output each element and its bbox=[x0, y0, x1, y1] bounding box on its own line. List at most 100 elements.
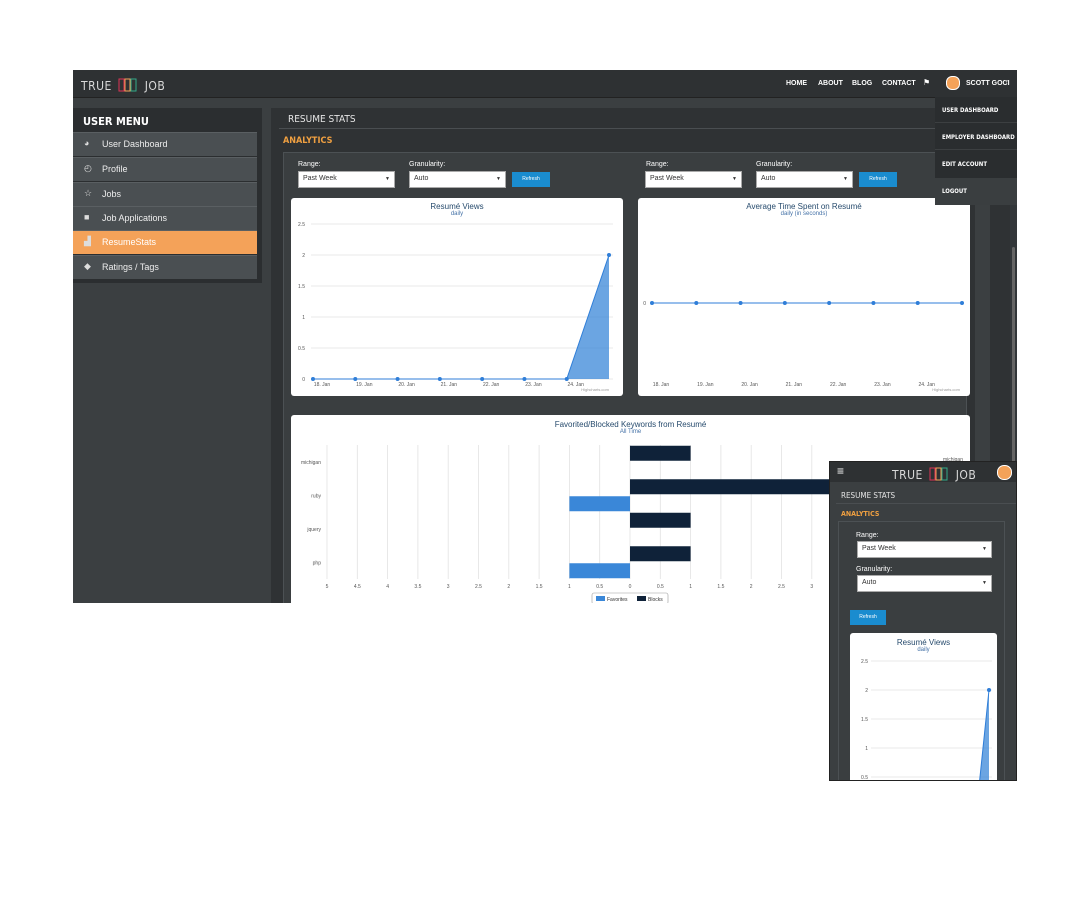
navbar: TRUE JOB HOME ABOUT BLOG CONTACT ⚑ SCOTT… bbox=[73, 70, 1017, 98]
divider bbox=[935, 149, 1017, 150]
brand-logo[interactable]: TRUE JOB bbox=[892, 466, 976, 486]
nav-home[interactable]: HOME bbox=[786, 80, 807, 87]
granularity-select[interactable]: Auto ▼ bbox=[756, 171, 853, 188]
y-tick-label: 2.5 bbox=[298, 222, 305, 228]
granularity-select[interactable]: Auto ▼ bbox=[409, 171, 506, 188]
user-dropdown-menu: USER DASHBOARD EMPLOYER DASHBOARD EDIT A… bbox=[935, 97, 1017, 205]
x-tick-label: 3 bbox=[810, 584, 813, 590]
avatar[interactable] bbox=[946, 76, 960, 90]
tags-icon: ◆ bbox=[84, 261, 91, 271]
caret-down-icon: ▼ bbox=[385, 176, 390, 182]
category-label: jquery bbox=[306, 527, 321, 533]
y-tick-label: 1.5 bbox=[298, 284, 305, 290]
nav-contact[interactable]: CONTACT bbox=[882, 80, 916, 87]
sidebar-item-profile[interactable]: ◴ Profile bbox=[73, 157, 257, 182]
sidebar-item-ratings-tags[interactable]: ◆ Ratings / Tags bbox=[73, 255, 257, 280]
data-point bbox=[311, 377, 315, 381]
sidebar-item-resumestats[interactable]: ▟ ResumeStats bbox=[73, 230, 257, 255]
menu-edit-account[interactable]: EDIT ACCOUNT bbox=[942, 161, 987, 168]
x-tick-label: 0.5 bbox=[657, 584, 664, 590]
data-point bbox=[694, 301, 699, 305]
credits-label: Highcharts.com bbox=[581, 387, 609, 392]
legend-label: Favorites bbox=[607, 597, 628, 603]
divider bbox=[279, 128, 975, 129]
mobile-window: ≡ TRUE JOB RESUME STATS ANALYTICS Range:… bbox=[829, 461, 1017, 781]
area-chart-icon: ▟ bbox=[84, 236, 91, 246]
x-tick-label: 19. Jan bbox=[697, 382, 714, 388]
x-tick-label: 19. Jan bbox=[356, 382, 373, 388]
menu-logout[interactable]: LOGOUT bbox=[942, 188, 967, 195]
refresh-button[interactable]: Refresh bbox=[859, 172, 897, 187]
user-menu-toggle[interactable]: SCOTT GOCI bbox=[966, 80, 1010, 87]
data-point bbox=[915, 301, 920, 305]
x-tick-label: 4 bbox=[386, 584, 389, 590]
x-tick-label: 5 bbox=[326, 584, 329, 590]
brand-logo[interactable]: TRUE JOB bbox=[81, 77, 165, 97]
nav-blog[interactable]: BLOG bbox=[852, 80, 872, 87]
hamburger-icon[interactable]: ≡ bbox=[837, 464, 844, 478]
sidebar-item-jobs[interactable]: ☆ Jobs bbox=[73, 182, 257, 207]
x-tick-label: 1.5 bbox=[536, 584, 543, 590]
x-tick-label: 22. Jan bbox=[830, 382, 847, 388]
refresh-button[interactable]: Refresh bbox=[512, 172, 550, 187]
data-point bbox=[395, 377, 400, 381]
menu-employer-dashboard[interactable]: EMPLOYER DASHBOARD bbox=[942, 134, 1015, 141]
x-tick-label: 20. Jan bbox=[741, 382, 758, 388]
x-tick-label: 20. Jan bbox=[398, 382, 415, 388]
data-point bbox=[987, 688, 991, 692]
bar-blocks bbox=[630, 512, 691, 528]
analytics-panel: Range: Past Week ▼ Granularity: Auto ▼ Ref… bbox=[838, 521, 1005, 780]
range-select[interactable]: Past Week ▼ bbox=[645, 171, 742, 188]
sidebar-item-label: User Dashboard bbox=[102, 139, 168, 149]
chevron-down-icon[interactable]: ▾ bbox=[1005, 78, 1008, 85]
brand-right: JOB bbox=[144, 79, 166, 93]
x-tick-label: 23. Jan bbox=[874, 382, 891, 388]
range-label: Range: bbox=[646, 161, 669, 168]
granularity-select[interactable]: Auto ▼ bbox=[857, 575, 992, 592]
range-select[interactable]: Past Week ▼ bbox=[857, 541, 992, 558]
x-tick-label: 1 bbox=[689, 584, 692, 590]
x-tick-label: 22. Jan bbox=[483, 382, 500, 388]
flag-icon[interactable]: ⚑ bbox=[923, 78, 930, 87]
x-tick-label: 0.5 bbox=[596, 584, 603, 590]
y-tick-label: 0 bbox=[643, 301, 646, 307]
sidebar-item-user-dashboard[interactable]: ◕ User Dashboard bbox=[73, 132, 257, 157]
resume-views-plot: 0 0.5 1 1.5 2 2.5 18. Jan 19. Jan 20. Jan 21. Jan… bbox=[298, 222, 613, 392]
x-tick-label: 2 bbox=[750, 584, 753, 590]
page-title: RESUME STATS bbox=[841, 491, 896, 500]
avatar[interactable] bbox=[997, 465, 1012, 480]
logo-books-icon bbox=[929, 467, 949, 486]
refresh-button[interactable]: Refresh bbox=[850, 610, 886, 625]
range-label: Range: bbox=[298, 161, 321, 168]
x-tick-label: 23. Jan bbox=[525, 382, 542, 388]
briefcase-icon: ■ bbox=[84, 212, 90, 222]
data-point bbox=[437, 377, 442, 381]
bar-favorites bbox=[569, 563, 630, 579]
menu-user-dashboard[interactable]: USER DASHBOARD bbox=[942, 107, 998, 114]
legend-swatch-blocks bbox=[637, 596, 646, 601]
x-tick-label: 2.5 bbox=[475, 584, 482, 590]
x-tick-label: 2 bbox=[507, 584, 510, 590]
sidebar-item-label: Job Applications bbox=[102, 213, 168, 223]
sidebar-item-job-applications[interactable]: ■ Job Applications bbox=[73, 206, 257, 231]
data-point bbox=[782, 301, 787, 305]
bar-blocks bbox=[630, 546, 691, 562]
y-tick-label: 2 bbox=[865, 688, 868, 694]
data-point bbox=[480, 377, 485, 381]
x-tick-label: 0 bbox=[629, 584, 632, 590]
page-title: RESUME STATS bbox=[288, 114, 356, 125]
range-select[interactable]: Past Week ▼ bbox=[298, 171, 395, 188]
user-circle-icon: ◴ bbox=[84, 163, 92, 173]
nav-about[interactable]: ABOUT bbox=[818, 80, 843, 87]
sidebar-item-label: Ratings / Tags bbox=[102, 262, 159, 272]
data-point bbox=[960, 301, 964, 305]
x-tick-label: 18. Jan bbox=[314, 382, 331, 388]
data-point bbox=[738, 301, 743, 305]
data-point bbox=[564, 377, 569, 381]
divider bbox=[935, 122, 1017, 123]
brand-right: JOB bbox=[955, 468, 977, 482]
bar-favorites bbox=[569, 496, 630, 512]
data-point bbox=[353, 377, 358, 381]
sidebar-item-label: Jobs bbox=[102, 189, 122, 199]
sidebar-item-label: Profile bbox=[102, 164, 128, 174]
